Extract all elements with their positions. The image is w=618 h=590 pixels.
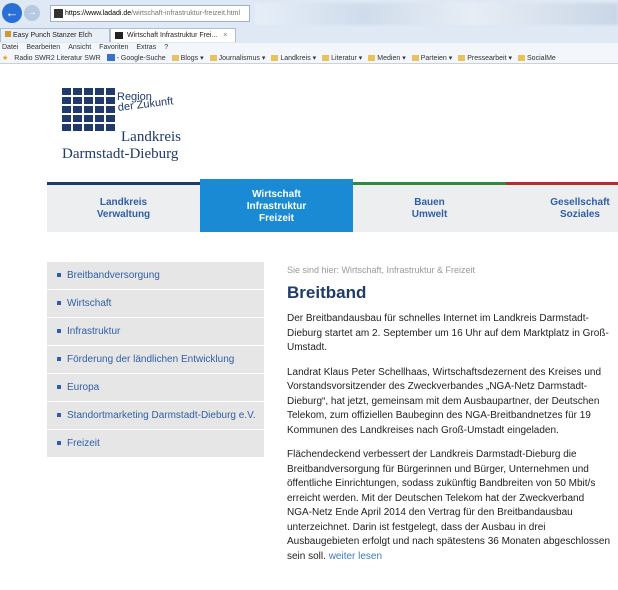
fav-socialme[interactable]: SocialMe	[518, 53, 556, 63]
fav-label: SocialMe	[527, 55, 556, 62]
fav-label: Radio SWR2 Literatur SWR	[14, 55, 101, 62]
google-icon	[106, 54, 115, 61]
favorites-star-icon[interactable]: ★	[2, 53, 8, 63]
main-navigation: Landkreis Verwaltung Wirtschaft Infrastruk…	[47, 179, 618, 232]
nav-line: Soziales	[559, 208, 600, 220]
sidebar-item-wirtschaft[interactable]: Wirtschaft	[47, 290, 264, 317]
forward-arrow-icon[interactable]: →	[24, 5, 40, 21]
sidebar-item-foerderung[interactable]: Förderung der ländlichen Entwicklung	[47, 346, 264, 373]
fav-label: Pressearbeit ▾	[467, 55, 513, 62]
fav-label: Parteien ▾	[420, 55, 453, 62]
sidebar-item-infrastruktur[interactable]: Infrastruktur	[47, 318, 264, 345]
nav-buttons: ← →	[2, 3, 40, 23]
fav-label: Blogs ▾	[180, 55, 204, 62]
nav-line: Wirtschaft	[252, 189, 301, 200]
nav-gesellschaft-soziales[interactable]: Gesellschaft Soziales	[506, 182, 618, 232]
site-logo[interactable]: Region der Zukunft Landkreis Darmstadt-D…	[62, 88, 212, 168]
site-favicon-icon	[54, 9, 63, 18]
nav-line: Verwaltung	[96, 208, 151, 220]
fav-medien[interactable]: Medien ▾	[368, 53, 406, 63]
folder-icon	[322, 55, 330, 61]
fav-label: Journalismus ▾	[218, 55, 266, 62]
folder-icon	[171, 55, 179, 61]
nav-landkreis-verwaltung[interactable]: Landkreis Verwaltung	[47, 182, 200, 232]
menu-favoriten[interactable]: Favoriten	[99, 43, 128, 53]
fav-blogs[interactable]: Blogs ▾	[171, 53, 204, 63]
sidebar-item-freizeit[interactable]: Freizeit	[47, 430, 264, 457]
fav-label: Landkreis ▾	[280, 55, 317, 62]
fav-pressearbeit[interactable]: Pressearbeit ▾	[458, 53, 512, 63]
fav-landkreis[interactable]: Landkreis ▾	[271, 53, 316, 63]
menu-bearbeiten[interactable]: Bearbeiten	[26, 43, 60, 53]
favorites-bar: ★ Radio SWR2 Literatur SWR - Google-Such…	[0, 53, 618, 64]
sidebar: Breitbandversorgung Wirtschaft Infrastru…	[47, 262, 264, 458]
sidebar-item-breitbandversorgung[interactable]: Breitbandversorgung	[47, 262, 264, 289]
fav-radio[interactable]: Radio SWR2 Literatur SWR	[14, 53, 100, 63]
folder-icon	[271, 55, 279, 61]
tab-favicon-icon	[115, 32, 123, 39]
menu-extras[interactable]: Extras	[136, 43, 156, 53]
nav-line: Freizeit	[258, 213, 294, 224]
back-arrow-icon[interactable]: ←	[2, 3, 22, 23]
fav-label: - Google-Suche	[116, 55, 166, 62]
tab-bar: Easy Punch Stanzer Elch Wirtschaft Infra…	[0, 28, 618, 42]
folder-icon	[368, 55, 376, 61]
fav-label: Medien ▾	[377, 55, 406, 62]
tab-favicon-icon	[5, 31, 11, 37]
address-bar[interactable]: https://www.ladadi.de/wirtschaft-infrast…	[50, 5, 250, 22]
breadcrumb: Sie sind hier: Wirtschaft, Infrastruktur…	[287, 265, 476, 275]
nav-wirtschaft-infrastruktur-freizeit[interactable]: Wirtschaft Infrastruktur Freizeit	[200, 179, 353, 232]
tab-wirtschaft[interactable]: Wirtschaft Infrastruktur Frei... ×	[110, 28, 236, 42]
folder-icon	[411, 55, 419, 61]
folder-icon	[209, 55, 217, 61]
folder-icon	[518, 55, 526, 61]
article-paragraph-3-text: Flächendeckend verbessert der Landkreis …	[287, 449, 611, 562]
article-paragraph-2: Landrat Klaus Peter Schellhaas, Wirtscha…	[287, 366, 602, 436]
nav-bauen-umwelt[interactable]: Bauen Umwelt	[353, 182, 506, 232]
tab-easy-punch[interactable]: Easy Punch Stanzer Elch	[0, 28, 110, 42]
folder-icon	[458, 55, 466, 61]
fav-literatur[interactable]: Literatur ▾	[322, 53, 362, 63]
menu-bar: Datei Bearbeiten Ansicht Favoriten Extra…	[0, 43, 618, 53]
fav-google[interactable]: - Google-Suche	[106, 53, 166, 63]
logo-grid-icon	[62, 88, 115, 131]
nav-line: Landkreis	[99, 196, 148, 208]
fav-journalismus[interactable]: Journalismus ▾	[209, 53, 266, 63]
menu-help[interactable]: ?	[164, 43, 168, 53]
browser-chrome: ← → https://www.ladadi.de/wirtschaft-inf…	[0, 0, 618, 64]
toolbar-blurred	[255, 3, 618, 25]
menu-ansicht[interactable]: Ansicht	[68, 43, 91, 53]
url-host: https://www.ladadi.de	[65, 10, 132, 17]
nav-line: Infrastruktur	[246, 201, 307, 212]
nav-line: Umwelt	[411, 208, 448, 220]
main-content: Sie sind hier: Wirtschaft, Infrastruktur…	[287, 262, 611, 564]
nav-line: Bauen	[414, 196, 445, 208]
logo-kreis: Landkreis	[121, 129, 181, 145]
fav-label: Literatur ▾	[331, 55, 363, 62]
close-icon[interactable]: ×	[223, 32, 227, 39]
tab-label: Wirtschaft Infrastruktur Frei...	[127, 32, 218, 39]
url-path: /wirtschaft-infrastruktur-freizeit.html	[131, 10, 241, 17]
page-title: Breitband	[287, 283, 367, 302]
read-more-link[interactable]: weiter lesen	[329, 551, 382, 562]
logo-tagline: Region der Zukunft	[117, 92, 174, 114]
article-paragraph-1: Der Breitbandausbau für schnelles Intern…	[287, 313, 609, 353]
logo-name: Darmstadt-Dieburg	[62, 146, 179, 162]
menu-datei[interactable]: Datei	[2, 43, 18, 53]
sidebar-item-standortmarketing[interactable]: Standortmarketing Darmstadt-Dieburg e.V.	[47, 402, 264, 429]
nav-line: Gesellschaft	[550, 196, 610, 208]
tab-label: Easy Punch Stanzer Elch	[13, 32, 92, 39]
fav-parteien[interactable]: Parteien ▾	[411, 53, 453, 63]
article-paragraph-3: Flächendeckend verbessert der Landkreis …	[287, 448, 611, 564]
sidebar-item-europa[interactable]: Europa	[47, 374, 264, 401]
